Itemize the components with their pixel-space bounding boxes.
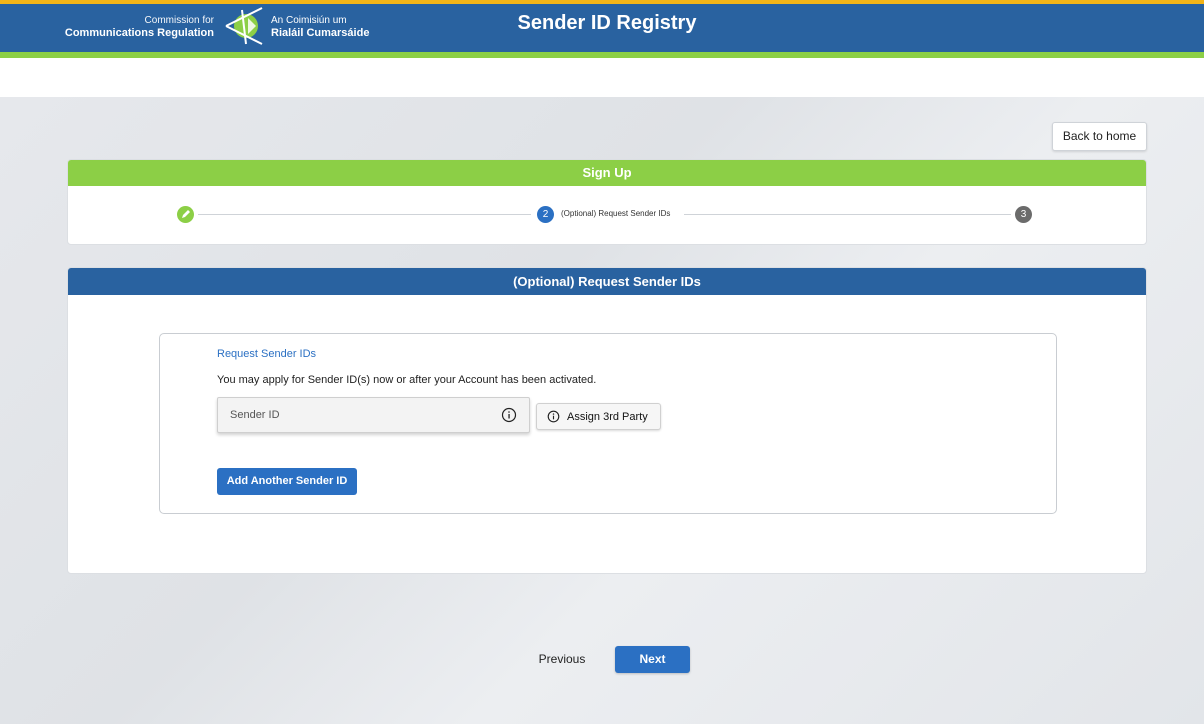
- header-spacer: [0, 58, 1204, 97]
- request-sender-ids-card: Request Sender IDs You may apply for Sen…: [159, 333, 1057, 514]
- request-sender-ids-panel: (Optional) Request Sender IDs Request Se…: [67, 267, 1147, 574]
- assign-3rd-party-label: Assign 3rd Party: [567, 411, 648, 423]
- add-another-sender-id-button[interactable]: Add Another Sender ID: [217, 468, 357, 495]
- signup-stepper: 2 (Optional) Request Sender IDs 3: [68, 186, 1146, 244]
- step-1-completed: [177, 206, 194, 223]
- info-icon: [547, 410, 560, 423]
- signup-panel: Sign Up 2 (Optional) Request Sender IDs …: [67, 159, 1147, 245]
- pencil-icon: [182, 210, 190, 218]
- sender-id-field[interactable]: [217, 397, 530, 433]
- step-3-upcoming: 3: [1015, 206, 1032, 223]
- sender-id-input[interactable]: [218, 398, 498, 432]
- back-to-home-button[interactable]: Back to home: [1052, 122, 1147, 151]
- previous-button[interactable]: Previous: [527, 646, 597, 672]
- request-description: You may apply for Sender ID(s) now or af…: [217, 374, 597, 386]
- step-2-label: (Optional) Request Sender IDs: [561, 209, 671, 218]
- signup-panel-title: Sign Up: [68, 160, 1146, 186]
- next-button[interactable]: Next: [615, 646, 690, 673]
- assign-3rd-party-button[interactable]: Assign 3rd Party: [536, 403, 661, 430]
- app-title: Sender ID Registry: [517, 12, 697, 34]
- stepper-connector: [198, 214, 531, 215]
- step-2-current: 2: [537, 206, 554, 223]
- stepper-connector: [684, 214, 1011, 215]
- request-section-title: Request Sender IDs: [217, 348, 317, 360]
- request-panel-title: (Optional) Request Sender IDs: [68, 268, 1146, 295]
- info-icon[interactable]: [501, 407, 517, 423]
